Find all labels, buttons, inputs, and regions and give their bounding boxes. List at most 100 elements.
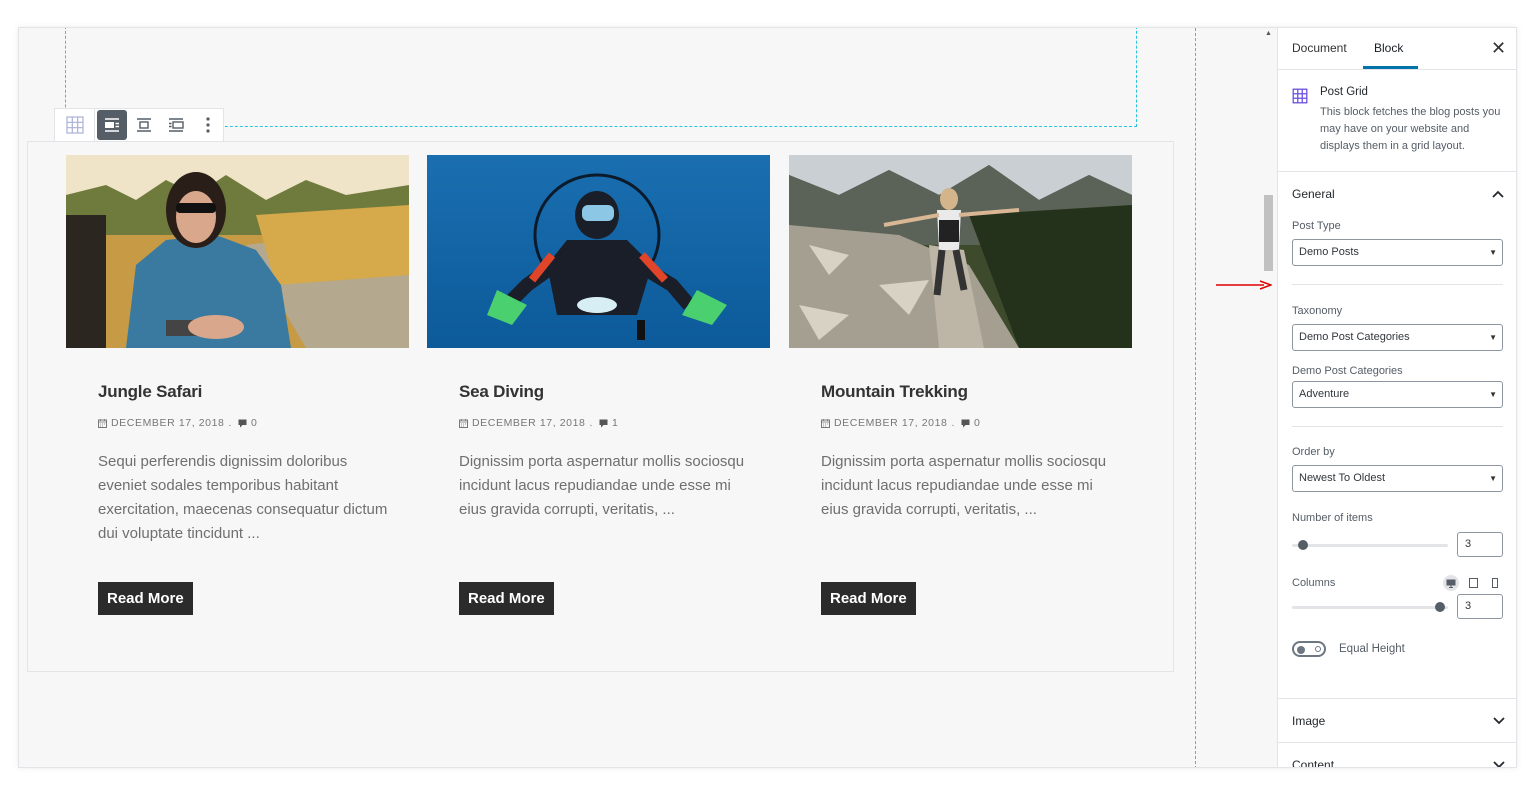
post-card: Mountain Trekking DECEMBER 17, 2018 . 0 … [789, 155, 1132, 615]
slider-handle[interactable] [1298, 539, 1308, 550]
divider [1292, 426, 1503, 427]
post-card: Jungle Safari DECEMBER 17, 2018 . 0 Sequ… [66, 155, 409, 615]
post-date: DECEMBER 17, 2018 [111, 417, 225, 429]
post-image-sea-diving[interactable] [427, 155, 770, 348]
post-title[interactable]: Mountain Trekking [821, 382, 1132, 404]
comment-count[interactable]: 0 [974, 417, 980, 429]
categories-label: Demo Post Categories [1292, 365, 1403, 377]
post-excerpt: Dignissim porta aspernatur mollis socios… [821, 453, 1107, 518]
taxonomy-select[interactable]: Demo Post Categories ▼ [1292, 324, 1503, 351]
more-vertical-icon [206, 117, 210, 133]
content-panel-toggle[interactable]: Content [1278, 742, 1516, 768]
caret-down-icon: ▼ [1489, 390, 1497, 399]
post-excerpt: Sequi perferendis dignissim doloribus ev… [98, 453, 388, 542]
columns-input[interactable]: 3 [1457, 594, 1503, 619]
post-type-value: Demo Posts [1299, 246, 1359, 258]
scroll-up-arrow-icon[interactable]: ▲ [1265, 30, 1272, 37]
editor-canvas: Jungle Safari DECEMBER 17, 2018 . 0 Sequ… [19, 28, 1277, 767]
more-options-button[interactable] [193, 110, 223, 140]
align-full-icon [169, 118, 184, 132]
general-panel-body: Post Type Demo Posts ▼ Taxonomy Demo Pos… [1278, 220, 1516, 657]
order-by-select[interactable]: Newest To Oldest ▼ [1292, 465, 1503, 492]
read-more-button[interactable]: Read More [98, 582, 193, 615]
align-wide-icon [105, 118, 119, 132]
slider-handle[interactable] [1435, 601, 1445, 612]
tab-block[interactable]: Block [1374, 41, 1403, 55]
image-panel-toggle[interactable]: Image [1278, 698, 1516, 742]
read-more-button[interactable]: Read More [459, 582, 554, 615]
number-of-items-input[interactable]: 3 [1457, 532, 1503, 557]
close-icon[interactable]: ✕ [1491, 38, 1506, 59]
meta-separator: . [228, 417, 233, 429]
mobile-icon[interactable] [1487, 575, 1503, 591]
post-title[interactable]: Sea Diving [459, 382, 770, 404]
post-date: DECEMBER 17, 2018 [834, 417, 948, 429]
number-of-items-slider[interactable] [1292, 539, 1448, 551]
block-card: Post Grid This block fetches the blog po… [1278, 70, 1516, 172]
device-switcher [1443, 575, 1503, 591]
general-panel-toggle[interactable]: General [1278, 172, 1516, 216]
columns-control: 3 [1292, 594, 1503, 619]
collapsed-panels: Image Content [1278, 698, 1516, 768]
block-title: Post Grid [1320, 86, 1368, 98]
panel-title-content: Content [1292, 757, 1335, 768]
comment-count[interactable]: 0 [251, 417, 257, 429]
tab-document[interactable]: Document [1292, 41, 1347, 55]
post-date: DECEMBER 17, 2018 [472, 417, 586, 429]
desktop-icon[interactable] [1443, 575, 1459, 591]
calendar-icon [821, 418, 830, 428]
toggle-off-indicator [1315, 646, 1321, 652]
tablet-icon[interactable] [1465, 575, 1481, 591]
post-grid-icon [1292, 88, 1308, 104]
align-wide-button[interactable] [97, 110, 127, 140]
post-excerpt: Dignissim porta aspernatur mollis socios… [459, 453, 745, 518]
divider [1292, 284, 1503, 285]
red-arrow-icon [1216, 280, 1272, 290]
caret-down-icon: ▼ [1489, 248, 1497, 257]
post-meta: DECEMBER 17, 2018 . 1 [459, 416, 770, 430]
meta-separator: . [951, 417, 956, 429]
taxonomy-value: Demo Post Categories [1299, 331, 1410, 343]
chevron-down-icon [1493, 716, 1505, 724]
categories-value: Adventure [1299, 388, 1350, 400]
caret-down-icon: ▼ [1489, 474, 1497, 483]
toggle-knob [1297, 646, 1305, 654]
comment-icon [599, 419, 608, 427]
scrollbar-thumb[interactable] [1264, 195, 1273, 271]
categories-select[interactable]: Adventure ▼ [1292, 381, 1503, 408]
block-type-button[interactable] [55, 109, 95, 141]
slider-track [1292, 543, 1448, 547]
columns-header: Columns [1292, 575, 1503, 591]
align-center-icon [137, 118, 151, 132]
post-card: Sea Diving DECEMBER 17, 2018 . 1 Digniss… [427, 155, 770, 615]
columns-slider[interactable] [1292, 601, 1448, 613]
active-tab-indicator [1363, 66, 1418, 69]
panel-title-image: Image [1292, 713, 1326, 728]
post-image-mountain-trekking[interactable] [789, 155, 1132, 348]
calendar-icon [98, 418, 107, 428]
align-full-button[interactable] [161, 110, 191, 140]
selected-block-outline [65, 28, 1137, 127]
taxonomy-label: Taxonomy [1292, 305, 1343, 317]
chevron-down-icon [1493, 760, 1505, 767]
order-by-label: Order by [1292, 446, 1335, 458]
read-more-button[interactable]: Read More [821, 582, 916, 615]
post-image-jungle-safari[interactable] [66, 155, 409, 348]
post-type-label: Post Type [1292, 220, 1341, 232]
settings-sidebar: Document Block ✕ Post Grid This block fe… [1277, 28, 1516, 768]
comment-count[interactable]: 1 [612, 417, 618, 429]
chevron-up-icon [1492, 190, 1504, 198]
post-grid-block[interactable]: Jungle Safari DECEMBER 17, 2018 . 0 Sequ… [27, 141, 1174, 672]
block-toolbar [54, 108, 224, 142]
columns-label: Columns [1292, 577, 1336, 589]
meta-separator: . [589, 417, 594, 429]
align-center-button[interactable] [129, 110, 159, 140]
slider-track [1292, 605, 1448, 609]
block-boundary-line [1195, 28, 1196, 767]
equal-height-label: Equal Height [1339, 643, 1405, 655]
post-title[interactable]: Jungle Safari [98, 382, 409, 404]
order-by-value: Newest To Oldest [1299, 472, 1386, 484]
post-type-select[interactable]: Demo Posts ▼ [1292, 239, 1503, 266]
equal-height-toggle[interactable] [1292, 641, 1326, 657]
sidebar-tabs: Document Block ✕ [1278, 28, 1516, 70]
